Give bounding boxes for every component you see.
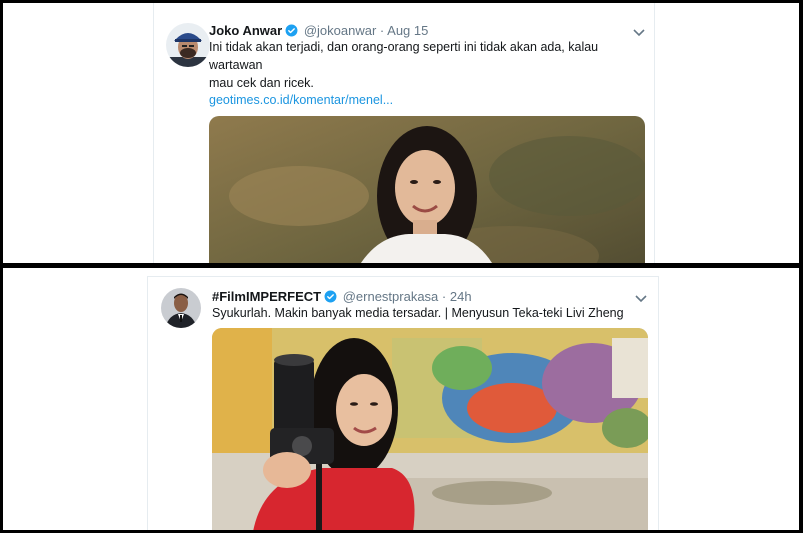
tweet-link[interactable]: geotimes.co.id/komentar/menel... xyxy=(209,93,393,107)
user-handle[interactable]: @ernestprakasa xyxy=(343,289,439,304)
man-in-suit-avatar-icon xyxy=(161,288,201,328)
tweet-text-line: mau cek dan ricek. xyxy=(209,76,314,90)
man-in-cap-avatar-icon xyxy=(166,23,210,67)
tweet-text: Syukurlah. Makin banyak media tersadar. … xyxy=(212,304,652,322)
display-name[interactable]: Joko Anwar xyxy=(209,23,282,38)
tweet-text-line: Ini tidak akan terjadi, dan orang-orang … xyxy=(209,40,599,72)
photo-woman-smiling-hillside-icon xyxy=(209,116,645,263)
tweet-card[interactable]: Joko Anwar @jokoanwar · Aug 15 Ini tidak… xyxy=(153,3,655,263)
timestamp[interactable]: Aug 15 xyxy=(387,23,428,38)
separator-dot: · xyxy=(441,289,447,304)
tweet-media-photo[interactable] xyxy=(209,116,645,263)
photo-woman-with-camera-graffiti-wall-icon xyxy=(212,328,648,530)
screenshot-panel-top: Joko Anwar @jokoanwar · Aug 15 Ini tidak… xyxy=(3,3,799,263)
user-handle[interactable]: @jokoanwar xyxy=(304,23,376,38)
timestamp[interactable]: 24h xyxy=(450,289,472,304)
display-name[interactable]: #FilmIMPERFECT xyxy=(212,289,321,304)
tweet-card[interactable]: #FilmIMPERFECT @ernestprakasa · 24h Syuk… xyxy=(147,276,659,530)
screenshot-panel-bottom: #FilmIMPERFECT @ernestprakasa · 24h Syuk… xyxy=(3,268,799,530)
avatar[interactable] xyxy=(166,23,210,67)
tweet-media-photo[interactable] xyxy=(212,328,648,530)
tweet-text: Ini tidak akan terjadi, dan orang-orang … xyxy=(209,38,649,92)
avatar[interactable] xyxy=(161,288,201,328)
separator-dot: · xyxy=(379,23,385,38)
tweet-text-line: Syukurlah. Makin banyak media tersadar. … xyxy=(212,306,624,320)
